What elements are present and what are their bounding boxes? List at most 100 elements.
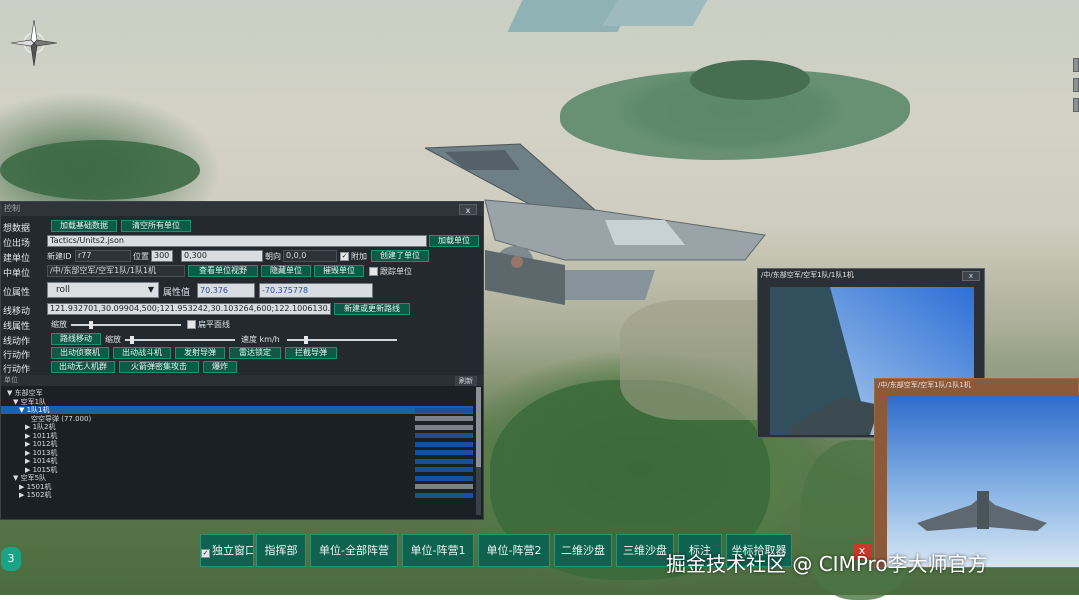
panel-close-button[interactable]: x <box>459 204 477 215</box>
tree-node[interactable]: ▶ 1012机 <box>25 440 57 448</box>
unit-tree-header-label: 单位 <box>4 376 18 384</box>
toolbar-button-units-all[interactable]: 单位-全部阵营 <box>310 534 398 567</box>
compass-icon[interactable] <box>11 20 57 66</box>
row-props: 线属性 缩放 扁平面线 <box>1 318 485 332</box>
line-scale-slider[interactable] <box>71 324 181 326</box>
update-route-button[interactable]: 新建或更新路线 <box>334 303 410 315</box>
dispatch-recon-button[interactable]: 出动侦察机 <box>51 347 109 359</box>
camera-close-button[interactable]: x <box>962 271 980 281</box>
tree-node-status-bar <box>415 433 473 438</box>
tree-node[interactable]: ▶ 1011机 <box>25 432 57 440</box>
tree-scrollbar[interactable] <box>476 387 481 515</box>
unit-camera-window-2[interactable]: /中/东部空军/空军1队/1队1机 <box>874 378 1079 568</box>
row-label: 建单位 <box>3 254 31 264</box>
tree-scrollbar-thumb[interactable] <box>476 387 481 467</box>
tree-node[interactable]: ▼ 1队1机 <box>1 406 473 414</box>
track-unit-label: 跟踪单位 <box>380 267 412 276</box>
independent-window-label: 独立窗口 <box>212 544 254 557</box>
toolbar-button-command[interactable]: 指挥部 <box>256 534 306 567</box>
attribute-select[interactable]: roll ▼ <box>47 282 159 298</box>
tree-node-status-bar <box>415 467 473 472</box>
tree-node[interactable]: ▶ 1501机 <box>19 483 51 491</box>
tree-node[interactable]: ▶ 1013机 <box>25 449 57 457</box>
launch-missile-button[interactable]: 发射导弹 <box>175 347 225 359</box>
hide-unit-button[interactable]: 隐藏单位 <box>261 265 311 277</box>
position-input-2[interactable]: 0,300 <box>181 250 263 262</box>
load-unit-button[interactable]: 加载单位 <box>429 235 479 247</box>
row-label: 线属性 <box>3 322 31 332</box>
tree-node[interactable]: ▼ 空军1队 <box>13 398 46 406</box>
scene-path-input[interactable]: Tactics/Units2.json <box>47 235 427 247</box>
row-label: 行动作 <box>3 351 31 361</box>
row-label: 位出场 <box>3 239 31 249</box>
tree-node-status-bar <box>415 492 473 498</box>
toolbar-button-units-camp2[interactable]: 单位-阵营2 <box>478 534 550 567</box>
route-move-button[interactable]: 路线移动 <box>51 333 101 345</box>
unit-tree-header: 单位 刷新 <box>1 375 483 386</box>
dispatch-drones-button[interactable]: 出动无人机群 <box>51 361 115 373</box>
attach-checkbox[interactable]: ✓ <box>340 252 349 261</box>
load-base-data-button[interactable]: 加载基础数据 <box>51 220 117 232</box>
tree-node[interactable]: ▼ 空军5队 <box>13 474 46 482</box>
tree-node[interactable]: ▶ 1014机 <box>25 457 57 465</box>
camera-view-2 <box>887 395 1079 567</box>
tree-node[interactable]: ▶ 1502机 <box>19 491 51 499</box>
refresh-tree-button[interactable]: 刷新 <box>455 376 477 386</box>
island-terrain <box>690 60 810 100</box>
zoom-knob[interactable] <box>130 336 134 344</box>
control-panel: 控制 x 想数据 加载基础数据 清空所有单位 位出场 Tactics/Units… <box>0 201 484 520</box>
intercept-missile-button[interactable]: 拦截导弹 <box>285 347 337 359</box>
tree-node[interactable]: ▼ 东部空军 <box>7 389 43 397</box>
scene-side-button[interactable] <box>1073 58 1079 72</box>
track-unit-checkbox[interactable] <box>369 267 378 276</box>
tree-node-status-bar <box>415 458 473 464</box>
row-attribute: 位属性 roll ▼ 属性值 70.376 -70.375778 <box>1 282 485 300</box>
camera-window-title: /中/东部空军/空军1队/1队1机 <box>878 381 971 389</box>
create-unit-button[interactable]: 创建了单位 <box>371 250 429 262</box>
scene-side-button[interactable] <box>1073 78 1079 92</box>
explode-button[interactable]: 爆炸 <box>203 361 237 373</box>
dispatch-fighter-button[interactable]: 出动战斗机 <box>113 347 171 359</box>
flat-line-checkbox[interactable] <box>187 320 196 329</box>
row-actions-2: 行动作 出动无人机群 火箭弹密集攻击 爆炸 <box>1 361 485 375</box>
row-scene: 位出场 Tactics/Units2.json 加载单位 <box>1 235 485 249</box>
new-id-label: 新建ID <box>47 252 72 261</box>
route-coords-input[interactable]: 121.932701,30.09904,500;121.953242,30.10… <box>47 303 331 315</box>
view-unit-button[interactable]: 查看单位视野 <box>188 265 258 277</box>
selected-unit-path[interactable]: /中/东部空军/空军1队/1队1机 <box>47 265 185 277</box>
tree-node[interactable]: 空空导弹 (77.000) <box>31 415 91 423</box>
rocket-attack-button[interactable]: 火箭弹密集攻击 <box>119 361 199 373</box>
clear-units-button[interactable]: 清空所有单位 <box>121 220 191 232</box>
independent-window-toggle[interactable]: ✓ 独立窗口 <box>200 534 254 567</box>
tree-node-status-bar <box>415 484 473 489</box>
zoom-label: 缩放 <box>105 335 121 344</box>
row-label: 中单位 <box>3 269 31 279</box>
toolbar-button-units-camp1[interactable]: 单位-阵营1 <box>402 534 474 567</box>
row-label: 想数据 <box>3 224 31 234</box>
row-select: 中单位 /中/东部空军/空军1队/1队1机 查看单位视野 隐藏单位 摧毁单位 跟… <box>1 265 485 279</box>
tree-node[interactable]: ▶ 1015机 <box>25 466 57 474</box>
line-scale-label: 缩放 <box>51 320 67 329</box>
independent-window-checkbox[interactable]: ✓ <box>201 549 210 558</box>
new-id-input[interactable]: r77 <box>75 250 131 262</box>
position-input[interactable]: 300 <box>151 250 173 262</box>
row-move: 线移动 121.932701,30.09904,500;121.953242,3… <box>1 303 485 317</box>
zoom-slider[interactable] <box>125 339 235 341</box>
attribute-value-input-2[interactable]: -70.375778 <box>259 283 373 298</box>
unit-tree: 单位 刷新 ▼ 东部空军 ▼ 空军1队 ▼ 1队1机 空空导弹 (77.000) ▶ 1… <box>1 375 483 519</box>
speed-knob[interactable] <box>304 336 308 344</box>
scene-side-button[interactable] <box>1073 98 1079 112</box>
radar-lock-button[interactable]: 雷达锁定 <box>229 347 281 359</box>
row-create: 建单位 新建ID r77 位置 300 0,300 朝向 0,0,0 ✓ 附加 … <box>1 250 485 264</box>
toolbar-button-2d-sandbox[interactable]: 二维沙盘 <box>554 534 612 567</box>
row-label: 行动作 <box>3 365 31 375</box>
tree-node-status-bar <box>415 441 473 447</box>
direction-input[interactable]: 0,0,0 <box>283 250 337 262</box>
line-scale-knob[interactable] <box>89 321 93 329</box>
destroy-unit-button[interactable]: 摧毁单位 <box>314 265 364 277</box>
notification-badge[interactable]: 3 <box>1 547 21 571</box>
row-anim: 线动作 路线移动 缩放 速度 km/h <box>1 333 485 347</box>
tree-node[interactable]: ▶ 1队2机 <box>25 423 56 431</box>
attribute-value-input-1[interactable]: 70.376 <box>197 283 255 298</box>
tree-node-status-bar <box>415 407 473 413</box>
